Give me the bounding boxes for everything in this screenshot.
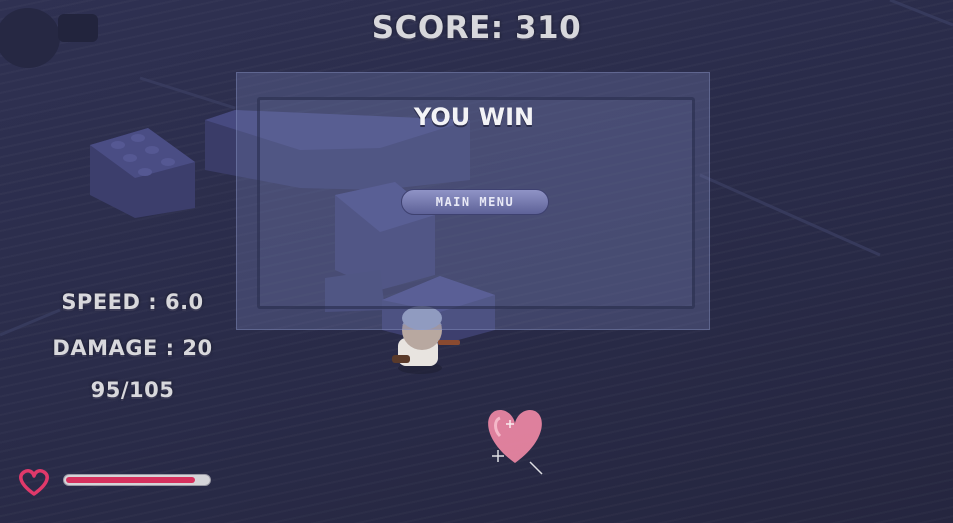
main-menu-button[interactable]: MAIN MENU	[401, 189, 549, 215]
health-readout: 95/105	[90, 378, 175, 402]
win-dialog: YOU WIN MAIN MENU	[236, 72, 710, 330]
toy-brick	[90, 128, 195, 218]
speed-stat: SPEED : 6.0	[61, 290, 204, 314]
win-title: YOU WIN	[413, 103, 535, 131]
health-bar	[63, 474, 211, 486]
damage-stat: DAMAGE : 20	[52, 336, 213, 360]
health-bar-fill	[66, 477, 195, 483]
heart-outline-icon	[16, 466, 52, 502]
game-scene: SCORE: 310 SPEED : 6.0 DAMAGE : 20 95/10…	[0, 0, 953, 523]
score-display: SCORE: 310	[371, 10, 582, 46]
heart-pickup	[488, 410, 543, 475]
